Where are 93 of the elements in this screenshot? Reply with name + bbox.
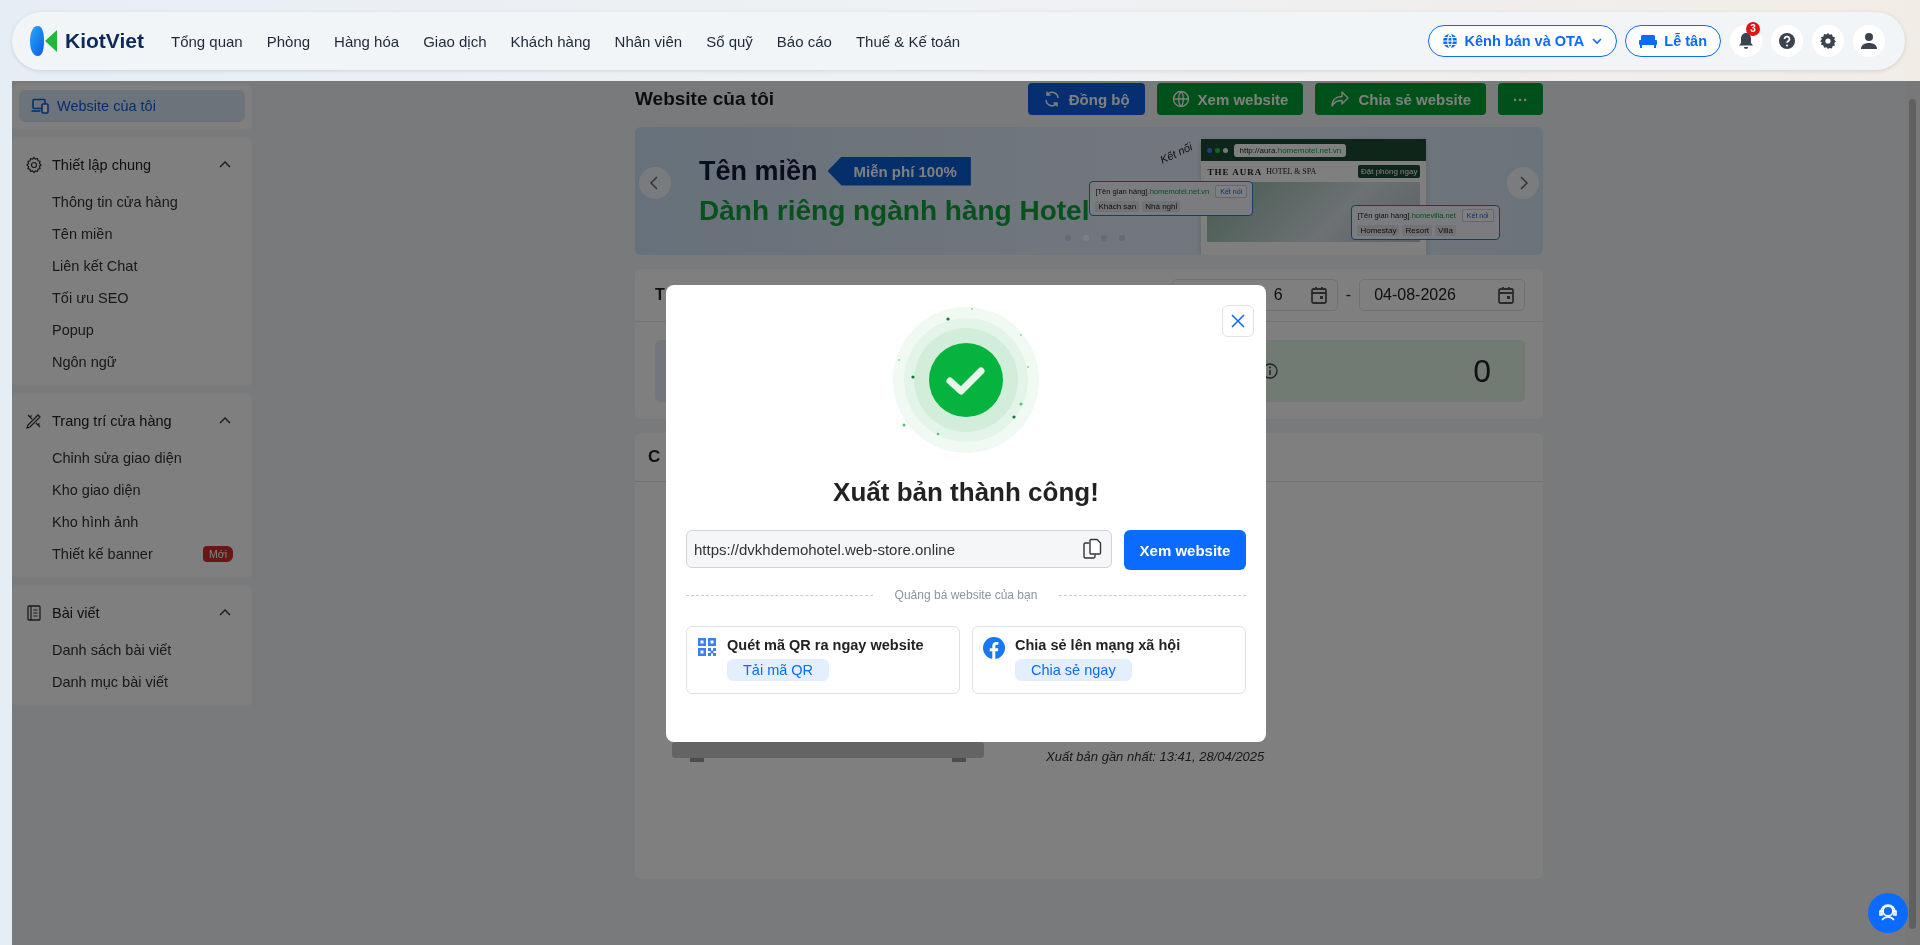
nav-link[interactable]: Phòng [266, 32, 311, 50]
help-button[interactable] [1771, 25, 1803, 57]
help-icon [1778, 32, 1796, 50]
logo-icon [30, 26, 58, 56]
browser-address: http://aura.homemotel.net.vn [1234, 143, 1347, 157]
notifications-button[interactable]: 3 [1730, 25, 1762, 57]
option-title: Chia sẻ lên mạng xã hội [1015, 637, 1181, 653]
gear-icon [25, 156, 43, 174]
sidebar-item[interactable]: Popup [52, 322, 94, 338]
facebook-icon [983, 637, 1005, 659]
booking-label: Đặt phòng ngay [1357, 165, 1421, 178]
close-icon [1230, 313, 1246, 329]
chevron-left-icon [649, 176, 661, 190]
category-tag: Resort [1402, 225, 1433, 236]
more-button[interactable]: ··· [1498, 83, 1543, 115]
category-tag: Nhà nghỉ [1142, 201, 1181, 212]
calendar-icon [1310, 286, 1327, 304]
nav-link[interactable]: Báo cáo [776, 32, 832, 50]
banner-subtitle: Dành riêng ngành hàng Hotel [699, 194, 1090, 227]
nav-link[interactable]: Giao dịch [423, 32, 487, 50]
qr-code-icon [697, 637, 717, 657]
nav-link[interactable]: Khách hàng [510, 32, 591, 50]
sales-channel-dropdown[interactable]: Kênh bán và OTA [1427, 25, 1618, 57]
last-published-text: Xuất bản gần nhất: 13:41, 28/04/2025 [1046, 749, 1265, 764]
copy-icon[interactable] [1081, 538, 1103, 560]
category-tag: Khách sạn [1095, 201, 1140, 212]
section-title[interactable]: Trang trí cửa hàng [52, 413, 172, 429]
nav-link[interactable]: Hàng hóa [334, 32, 400, 50]
stat-value: 0 [1473, 352, 1491, 390]
section-title[interactable]: Thiết lập chung [52, 157, 152, 173]
new-badge: Mới [203, 546, 233, 562]
sidebar-item[interactable]: Ngôn ngữ [52, 354, 117, 370]
scrollbar[interactable] [1905, 81, 1920, 945]
sidebar-item[interactable]: Danh sách bài viết [52, 642, 172, 658]
ruler-pencil-icon [25, 412, 43, 430]
card-title: C [648, 447, 661, 467]
account-button[interactable] [1853, 25, 1885, 57]
bed-icon [1639, 34, 1658, 48]
stats-title: T [655, 286, 665, 304]
nav-link[interactable]: Sổ quỹ [706, 32, 753, 50]
sidebar-item[interactable]: Website của tôi [19, 90, 245, 122]
download-qr-button[interactable]: Tải mã QR [727, 659, 830, 681]
sidebar-item[interactable]: Thông tin cửa hàng [52, 194, 178, 210]
globe-icon [1441, 33, 1458, 49]
brand-name: KiotViet [65, 29, 144, 53]
banner-title: Tên miền [699, 155, 818, 187]
sync-icon [1042, 90, 1061, 108]
book-icon [25, 604, 43, 622]
banner-tag: Miễn phí 100% [827, 156, 971, 186]
divider-label: Quảng bá website của bạn [894, 588, 1038, 602]
sidebar-item[interactable]: Tối ưu SEO [52, 290, 129, 306]
end-date-field[interactable]: 04-08-2026 [1359, 279, 1525, 311]
bell-icon [1738, 32, 1754, 50]
sidebar-item[interactable]: Kho hình ảnh [52, 514, 139, 530]
section-title[interactable]: Bài viết [52, 605, 100, 621]
sidebar-item[interactable]: Tên miền [52, 226, 113, 242]
nav-link[interactable]: Tổng quan [170, 32, 243, 50]
handwritten-label: Kết nối [1158, 140, 1195, 166]
globe-icon [1171, 90, 1190, 108]
caret-icon [1591, 35, 1604, 47]
share-icon [1330, 90, 1351, 108]
category-tag: Villa [1435, 225, 1456, 236]
url-field[interactable]: https://dvkhdemohotel.web-store.online [686, 530, 1112, 568]
option-title: Quét mã QR ra ngay website [727, 637, 924, 653]
calendar-icon [1498, 286, 1514, 304]
devices-icon [31, 98, 49, 114]
share-button[interactable]: Chia sẻ website [1315, 83, 1486, 115]
share-now-button[interactable]: Chia sẻ ngay [1015, 659, 1132, 681]
notification-count: 3 [1746, 22, 1760, 36]
window-dots-icon [1207, 147, 1229, 153]
sidebar-item[interactable]: Liên kết Chat [52, 258, 138, 274]
chevron-right-icon [1517, 176, 1529, 190]
view-website-button[interactable]: Xem website [1124, 530, 1246, 570]
date-separator: - [1345, 286, 1351, 304]
settings-button[interactable] [1812, 25, 1844, 57]
sync-button[interactable]: Đồng bộ [1027, 83, 1145, 115]
nav-link[interactable]: Thuế & Kế toán [855, 32, 961, 50]
sidebar-item[interactable]: Thiết kế banner [52, 546, 153, 562]
nav-link[interactable]: Nhân viên [614, 32, 683, 50]
close-button[interactable] [1222, 305, 1254, 337]
settings-icon [1819, 32, 1837, 50]
reception-button[interactable]: Lễ tân [1625, 25, 1721, 57]
hotel-name: THE AURA [1207, 166, 1263, 177]
hotel-subtitle: HOTEL & SPA [1266, 167, 1317, 176]
support-chat-button[interactable] [1868, 893, 1908, 933]
sidebar-item[interactable]: Chỉnh sửa giao diện [52, 450, 182, 466]
sidebar-item[interactable]: Danh mục bài viết [52, 674, 169, 690]
dialog-title: Xuất bản thành công! [833, 477, 1099, 508]
sidebar-item[interactable]: Kho giao diện [52, 482, 141, 498]
user-icon [1860, 32, 1878, 50]
page-title: Website của tôi [635, 88, 774, 110]
globe-button[interactable]: Xem website [1156, 83, 1304, 115]
category-tag: Homestay [1357, 225, 1400, 236]
